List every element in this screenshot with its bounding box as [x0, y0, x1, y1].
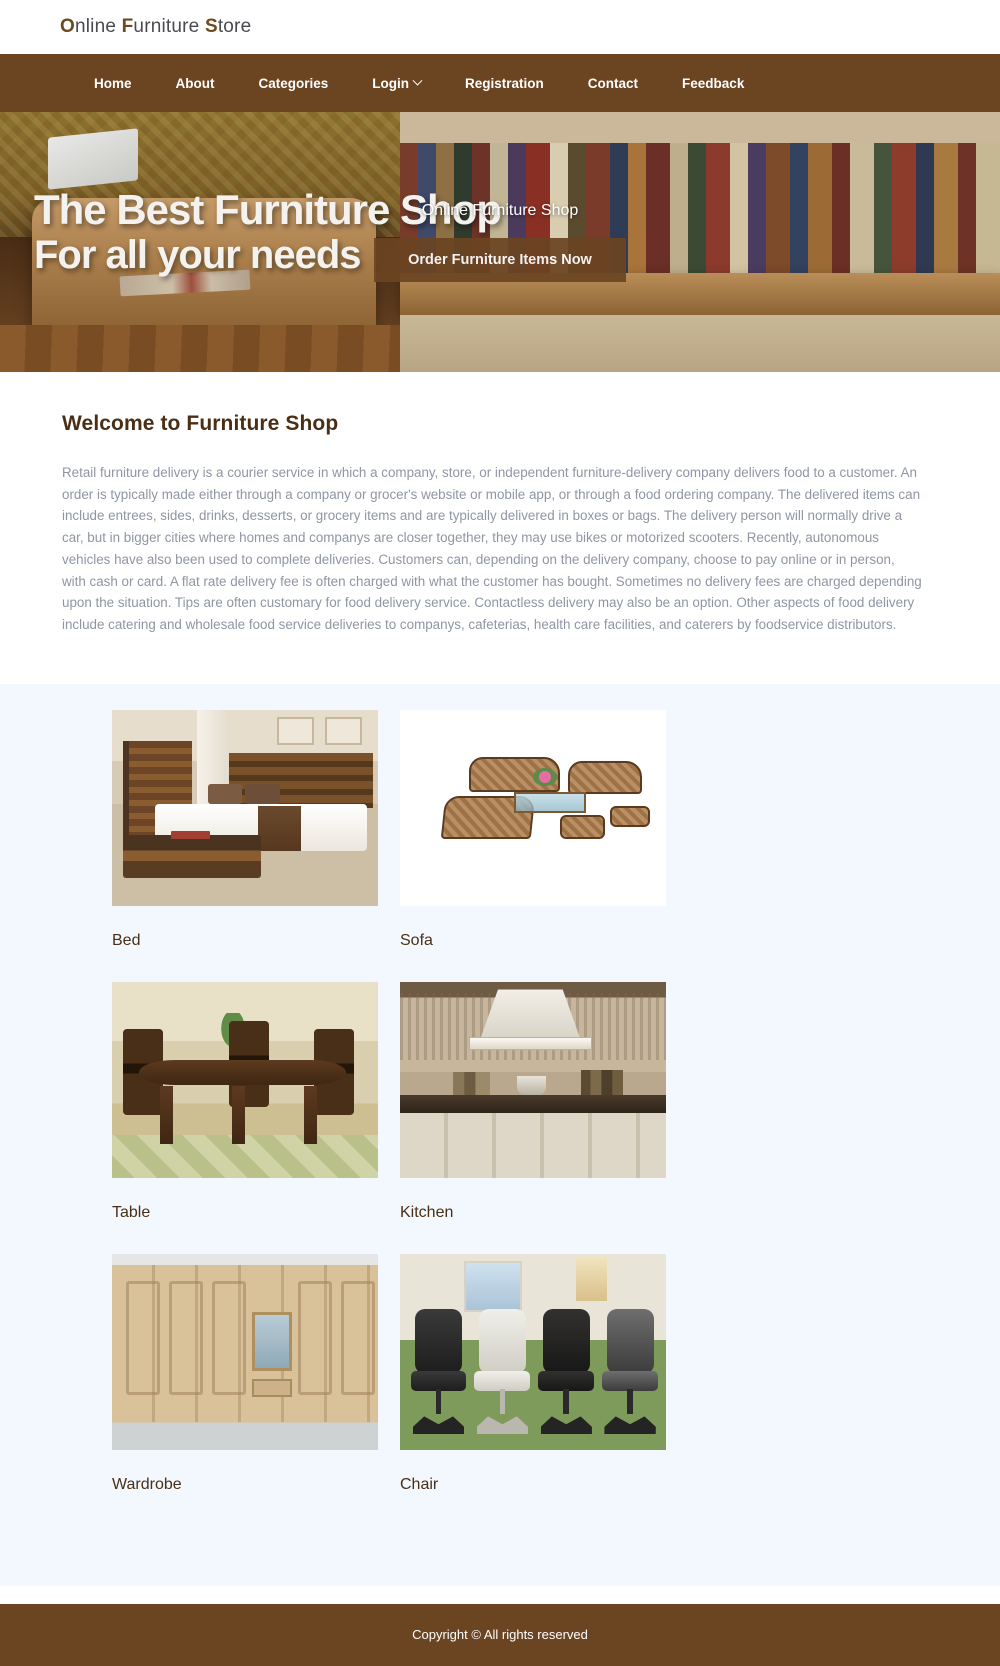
page-title: Welcome to Furniture Shop [62, 412, 339, 435]
nav-item-feedback[interactable]: Feedback [660, 70, 766, 97]
bed-illustration [112, 709, 378, 906]
product-label: Sofa [400, 931, 433, 949]
nav-item-label: Login [372, 75, 410, 91]
nav-item-about[interactable]: About [154, 70, 237, 97]
product-card-kitchen[interactable]: Kitchen [400, 981, 688, 1254]
product-image-kitchen[interactable] [400, 981, 666, 1178]
chevron-down-icon [412, 75, 423, 86]
logo-initial-o: O [60, 16, 75, 37]
nav-item-label: Contact [587, 75, 639, 91]
nav-item-categories[interactable]: Categories [237, 70, 351, 97]
copyright-text: Copyright © All rights reserved [412, 1627, 588, 1643]
product-image-table[interactable] [112, 981, 378, 1178]
nav-item-login[interactable]: Login [350, 70, 443, 97]
nav-item-label: Registration [465, 75, 544, 91]
nav-item-label: Home [94, 75, 132, 91]
product-card-sofa[interactable]: Sofa [400, 709, 688, 982]
chair-illustration [400, 1253, 666, 1450]
kitchen-illustration [400, 981, 666, 1178]
main-navigation: Home About Categories Login Registration Cont… [0, 54, 1000, 112]
hero-banner: The Best Furniture Shop For all your nee… [0, 112, 1000, 372]
order-furniture-button[interactable]: Order Furniture Items Now [374, 238, 626, 282]
site-footer: Copyright © All rights reserved [0, 1603, 1000, 1666]
nav-item-label: About [175, 75, 215, 91]
site-logo[interactable]: Online Furniture Store [60, 16, 251, 38]
logo-initial-f: F [121, 16, 134, 37]
sofa-illustration [400, 709, 666, 906]
product-label: Chair [400, 1475, 439, 1493]
product-label: Wardrobe [112, 1475, 182, 1493]
product-card-bed[interactable]: Bed [112, 709, 400, 982]
product-card-table[interactable]: Table [112, 981, 400, 1254]
product-grid: Bed Sofa Table Kitchen Wardrobe Chair [112, 709, 732, 1526]
wardrobe-illustration [112, 1253, 378, 1450]
welcome-paragraph: Retail furniture delivery is a courier s… [62, 465, 922, 632]
product-image-chair[interactable] [400, 1253, 666, 1450]
hero-title: Online Furniture Shop [421, 202, 579, 219]
logo-initial-s: S [204, 16, 218, 37]
hero-overlay: Online Furniture Shop Order Furniture It… [0, 112, 1000, 372]
nav-item-label: Feedback [682, 75, 745, 91]
logo-word-furniture: urniture [133, 16, 205, 37]
nav-item-home[interactable]: Home [72, 70, 154, 97]
table-illustration [112, 981, 378, 1178]
nav-list: Home About Categories Login Registration Cont… [72, 70, 766, 97]
nav-item-label: Categories [258, 75, 329, 91]
product-image-wardrobe[interactable] [112, 1253, 378, 1450]
site-header: Online Furniture Store [0, 0, 1000, 54]
nav-item-contact[interactable]: Contact [566, 70, 660, 97]
product-categories-section: Bed Sofa Table Kitchen Wardrobe Chair [0, 683, 1000, 1586]
welcome-section: Welcome to Furniture Shop Retail furnitu… [0, 372, 1000, 684]
logo-word-store: tore [217, 16, 252, 37]
product-card-chair[interactable]: Chair [400, 1253, 688, 1526]
logo-word-online: nline [74, 16, 122, 37]
product-label: Kitchen [400, 1203, 454, 1221]
nav-item-registration[interactable]: Registration [443, 70, 566, 97]
product-label: Bed [112, 931, 141, 949]
product-image-sofa[interactable] [400, 709, 666, 906]
product-image-bed[interactable] [112, 709, 378, 906]
footer-spacer [0, 1585, 1000, 1604]
product-label: Table [112, 1203, 151, 1221]
product-card-wardrobe[interactable]: Wardrobe [112, 1253, 400, 1526]
